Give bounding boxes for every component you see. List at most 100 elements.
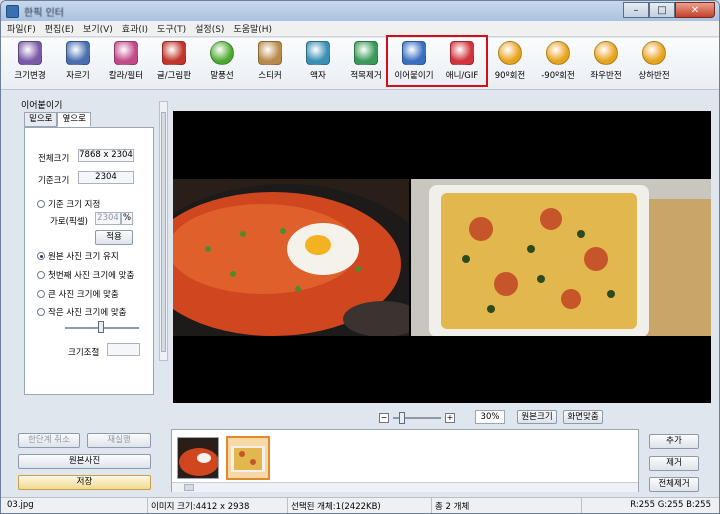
toolbar: 크기변경 자르기 칼라/필터 글/그림판 말풍선 스티커 액자 적목제거 이어붙이기 애니/GIF… (1, 38, 719, 90)
option-keep-original[interactable]: 원본 사진 크기 유지 (37, 250, 119, 262)
option-small-photo[interactable]: 작은 사진 크기에 맞춤 (37, 306, 127, 318)
tool-label: 액자 (310, 71, 326, 81)
highlight-box (386, 35, 488, 87)
tab-below[interactable]: 밑으로 (24, 112, 58, 127)
redo-button[interactable]: 재실행 (87, 433, 151, 448)
app-window: 한픽 인터 – □ ✕ 파일(F) 편집(E) 보기(V) 효과(I) 도구(T… (0, 0, 720, 514)
menu-bar: 파일(F) 편집(E) 보기(V) 효과(I) 도구(T) 설정(S) 도움말(… (1, 21, 719, 37)
app-icon (6, 4, 19, 18)
photo-kimchi-rice (173, 179, 409, 336)
width-label: 가로(픽셀) (50, 217, 88, 227)
tool-frame[interactable]: 액자 (295, 38, 341, 88)
zoom-in-button[interactable]: + (445, 413, 455, 423)
tool-resize[interactable]: 크기변경 (7, 38, 53, 88)
frame-icon (306, 41, 330, 65)
menu-tools[interactable]: 도구(T) (157, 22, 186, 35)
option-large-photo[interactable]: 큰 사진 크기에 맞춤 (37, 288, 119, 300)
zoom-slider[interactable] (393, 412, 441, 424)
add-button[interactable]: 추가 (649, 434, 699, 449)
close-icon: ✕ (690, 4, 700, 16)
tool-label: 자르기 (66, 71, 90, 81)
red-eye-icon (354, 41, 378, 65)
status-rgb: R:255 G:255 B:255 (630, 500, 711, 510)
title-bar[interactable]: 한픽 인터 – □ ✕ (1, 1, 719, 21)
tool-red-eye[interactable]: 적목제거 (343, 38, 389, 88)
speech-bubble-icon (210, 41, 234, 65)
option-custom-size[interactable]: 기준 크기 지정 (37, 198, 100, 210)
tool-flip-vertical[interactable]: 상하반전 (631, 38, 677, 88)
status-total: 총 2 개체 (435, 502, 470, 512)
tool-rotate-cw[interactable]: 90º회전 (487, 38, 533, 88)
tool-speech-bubble[interactable]: 말풍선 (199, 38, 245, 88)
tool-label: 상하반전 (638, 71, 670, 81)
menu-effect[interactable]: 효과(I) (122, 22, 148, 35)
tool-text-draw[interactable]: 글/그림판 (151, 38, 197, 88)
window-title: 한픽 인터 (24, 7, 64, 19)
radio-custom[interactable] (37, 200, 45, 208)
thumbnail-item-selected[interactable] (226, 436, 270, 480)
status-selected: 선택된 개체:1(2422KB) (291, 502, 381, 512)
radio-large-photo[interactable] (37, 290, 45, 298)
close-button[interactable]: ✕ (675, 2, 715, 18)
preview-canvas[interactable] (173, 111, 711, 403)
tool-label: 좌우반전 (590, 71, 622, 81)
flip-vertical-icon (642, 41, 666, 65)
color-filter-icon (114, 41, 138, 65)
adjust-input[interactable] (107, 343, 140, 356)
menu-file[interactable]: 파일(F) (7, 22, 36, 35)
tool-crop[interactable]: 자르기 (55, 38, 101, 88)
radio-first-photo[interactable] (37, 271, 45, 279)
zoom-slider-thumb[interactable] (399, 412, 405, 424)
adjust-label: 크기조절 (68, 348, 100, 358)
menu-help[interactable]: 도움말(H) (233, 22, 272, 35)
options-box: 전체크기 7868 x 2304 기준크기 2304 기준 크기 지정 가로(픽… (24, 127, 154, 395)
tool-label: -90º회전 (541, 71, 575, 81)
thumbnail-scroll-thumb[interactable] (184, 484, 194, 491)
remove-button[interactable]: 제거 (649, 456, 699, 471)
original-size-button[interactable]: 원본크기 (517, 410, 557, 424)
remove-all-button[interactable]: 전체제거 (649, 477, 699, 492)
tool-label: 90º회전 (494, 71, 526, 81)
base-size-label: 기준크기 (38, 176, 70, 186)
tool-rotate-ccw[interactable]: -90º회전 (535, 38, 581, 88)
zoom-out-button[interactable]: − (379, 413, 389, 423)
tool-label: 칼라/필터 (108, 71, 144, 81)
radio-small-photo[interactable] (37, 308, 45, 316)
minimize-button[interactable]: – (623, 2, 649, 18)
menu-settings[interactable]: 설정(S) (195, 22, 224, 35)
sticker-icon (258, 41, 282, 65)
maximize-button[interactable]: □ (649, 2, 675, 18)
thumbnail-scrollbar[interactable] (172, 482, 638, 492)
option-first-photo[interactable]: 첫번째 사진 크기에 맞춤 (37, 269, 134, 281)
scroll-thumb[interactable] (161, 112, 166, 352)
tool-flip-horizontal[interactable]: 좌우반전 (583, 38, 629, 88)
radio-keep-original[interactable] (37, 252, 45, 260)
save-button[interactable]: 저장 (18, 475, 151, 490)
minus-icon: − (380, 413, 388, 422)
apply-button[interactable]: 적용 (95, 230, 133, 245)
panel-title: 이어붙이기 (21, 101, 63, 111)
panel-scrollbar[interactable] (159, 101, 168, 361)
thumbnail-strip (171, 429, 639, 492)
plus-icon: + (446, 413, 454, 422)
tool-label: 크기변경 (14, 71, 46, 81)
fit-screen-button[interactable]: 화면맞춤 (563, 410, 603, 424)
undo-button[interactable]: 한단계 취소 (18, 433, 80, 448)
flip-horizontal-icon (594, 41, 618, 65)
thumbnail-item[interactable] (177, 437, 219, 479)
tool-sticker[interactable]: 스티커 (247, 38, 293, 88)
size-slider-thumb[interactable] (98, 321, 104, 333)
tool-label: 스티커 (258, 71, 282, 81)
original-photo-button[interactable]: 원본사진 (18, 454, 151, 469)
base-size-value: 2304 (78, 171, 134, 184)
tool-color-filter[interactable]: 칼라/필터 (103, 38, 149, 88)
maximize-icon: □ (657, 4, 667, 16)
menu-view[interactable]: 보기(V) (83, 22, 113, 35)
rotate-ccw-icon (546, 41, 570, 65)
tool-label: 말풍선 (210, 71, 234, 81)
percent-toggle[interactable]: % (121, 212, 133, 225)
tab-side[interactable]: 옆으로 (57, 112, 91, 127)
tool-label: 글/그림판 (156, 71, 192, 81)
width-input[interactable]: 2304 (95, 212, 121, 225)
menu-edit[interactable]: 편집(E) (45, 22, 74, 35)
